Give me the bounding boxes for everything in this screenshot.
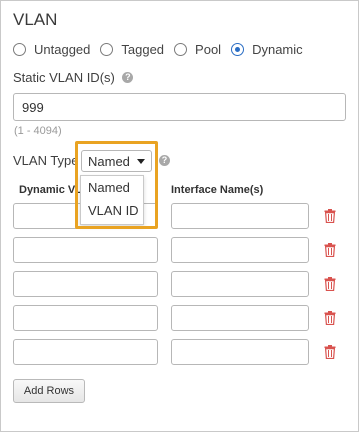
radio-pool[interactable]: Pool	[174, 42, 221, 57]
radio-untagged-circle[interactable]	[13, 42, 26, 56]
trash-icon[interactable]	[324, 345, 336, 359]
interface-name-input[interactable]	[171, 203, 309, 229]
static-vlan-label: Static VLAN ID(s)	[13, 70, 115, 85]
vlan-type-select[interactable]: Named	[81, 150, 152, 172]
radio-tagged-label: Tagged	[121, 41, 165, 57]
radio-dynamic-circle[interactable]	[231, 42, 245, 56]
dropdown-option-named[interactable]: Named	[88, 180, 130, 195]
dynamic-vlan-input[interactable]	[13, 271, 158, 297]
radio-tagged[interactable]: Tagged	[100, 42, 164, 57]
radio-tagged-circle[interactable]	[100, 42, 114, 56]
vlan-panel: VLAN Untagged Tagged Pool Dynamic Static…	[0, 0, 359, 432]
vlan-range-hint: (1 - 4094)	[14, 125, 62, 137]
radio-untagged-label: Untagged	[34, 41, 91, 57]
trash-icon[interactable]	[324, 243, 336, 257]
vlan-type-selected-value: Named	[88, 153, 130, 169]
radio-dynamic-label: Dynamic	[252, 41, 303, 57]
radio-pool-circle[interactable]	[174, 42, 188, 56]
vlan-type-label: VLAN Type	[13, 153, 79, 168]
chevron-down-icon	[137, 159, 145, 164]
static-vlan-label-row: Static VLAN ID(s) ?	[13, 69, 134, 87]
interface-name-input[interactable]	[171, 305, 309, 331]
section-title: VLAN	[13, 10, 58, 29]
interface-name-input[interactable]	[171, 271, 309, 297]
interface-name-input[interactable]	[171, 339, 309, 365]
vlan-type-help-icon[interactable]: ?	[159, 155, 170, 166]
radio-untagged[interactable]: Untagged	[13, 42, 90, 57]
help-icon[interactable]: ?	[122, 72, 134, 84]
add-rows-button[interactable]: Add Rows	[13, 379, 85, 403]
trash-icon[interactable]	[324, 277, 336, 291]
vlan-mode-radio-group: Untagged Tagged Pool Dynamic	[13, 39, 313, 59]
static-vlan-input[interactable]	[13, 93, 346, 121]
trash-icon[interactable]	[324, 209, 336, 223]
dynamic-vlan-input[interactable]	[13, 305, 158, 331]
vlan-type-dropdown-menu: Named VLAN ID	[80, 175, 144, 225]
radio-pool-label: Pool	[195, 41, 222, 57]
dynamic-vlan-input[interactable]	[13, 237, 158, 263]
trash-icon[interactable]	[324, 311, 336, 325]
dropdown-option-vlan-id[interactable]: VLAN ID	[88, 203, 139, 218]
radio-dynamic[interactable]: Dynamic	[231, 42, 303, 57]
col-header-interface-name: Interface Name(s)	[171, 184, 264, 196]
dynamic-vlan-input[interactable]	[13, 339, 158, 365]
interface-name-input[interactable]	[171, 237, 309, 263]
